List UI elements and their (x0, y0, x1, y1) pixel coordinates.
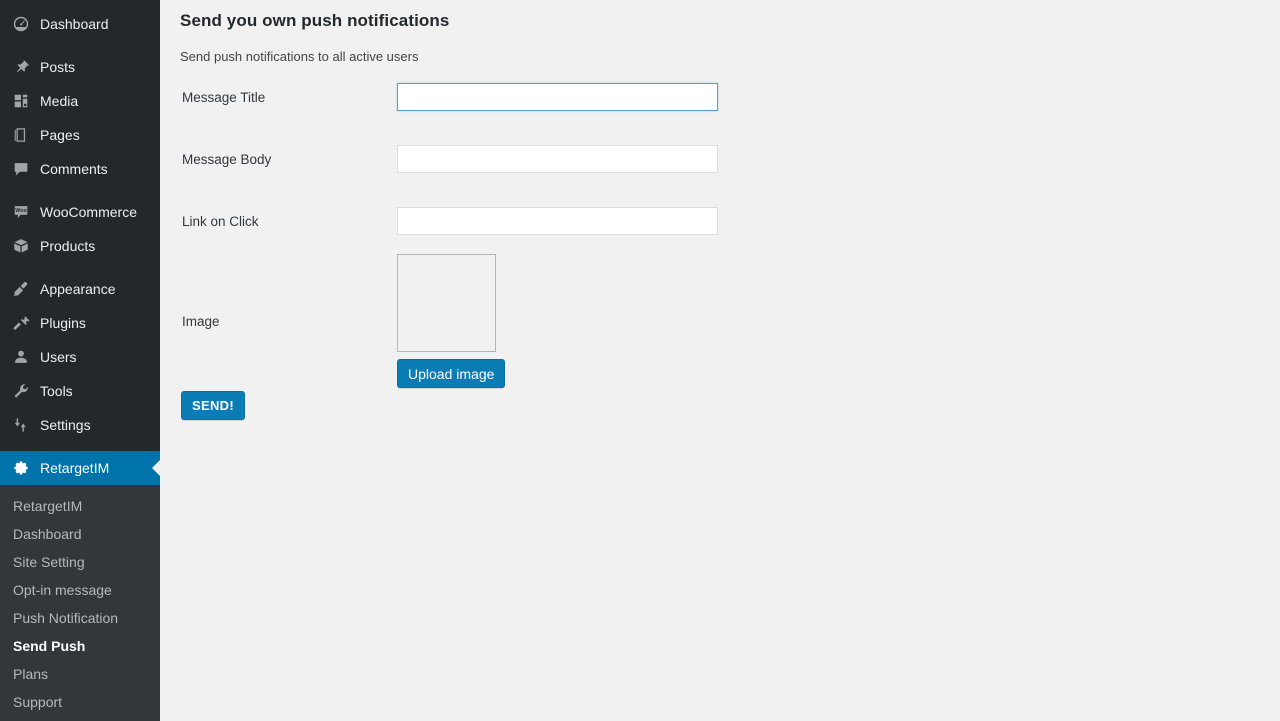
main-content: Send you own push notifications Send pus… (160, 0, 1280, 721)
sidebar-item-posts[interactable]: Posts (0, 50, 160, 84)
pin-icon (11, 57, 31, 77)
dashboard-icon (11, 14, 31, 34)
sidebar-item-label: Users (40, 349, 77, 365)
message-title-input[interactable] (397, 83, 718, 111)
admin-sidebar: Dashboard Posts Media Pages Comments Woo… (0, 0, 160, 721)
message-body-input[interactable] (397, 145, 718, 173)
sidebar-item-label: RetargetIM (40, 460, 110, 476)
sidebar-item-label: Dashboard (40, 16, 109, 32)
sidebar-item-pages[interactable]: Pages (0, 118, 160, 152)
sidebar-item-label: Posts (40, 59, 76, 75)
media-icon (11, 91, 31, 111)
sidebar-item-label: Appearance (40, 281, 116, 297)
woocommerce-icon: Woo (11, 202, 31, 222)
comments-icon (11, 159, 31, 179)
image-label: Image (182, 314, 220, 329)
sidebar-item-woocommerce[interactable]: Woo WooCommerce (0, 195, 160, 229)
sidebar-item-comments[interactable]: Comments (0, 152, 160, 186)
message-title-label: Message Title (182, 90, 266, 105)
page-subtitle: Send push notifications to all active us… (180, 49, 419, 64)
submenu-item-opt-in-message[interactable]: Opt-in message (0, 576, 160, 604)
settings-sliders-icon (11, 415, 31, 435)
sidebar-item-label: Comments (40, 161, 108, 177)
sidebar-separator (0, 442, 160, 451)
sidebar-item-products[interactable]: Products (0, 229, 160, 263)
pages-icon (11, 125, 31, 145)
sidebar-item-settings[interactable]: Settings (0, 408, 160, 442)
tools-wrench-icon (11, 381, 31, 401)
sidebar-item-appearance[interactable]: Appearance (0, 272, 160, 306)
submenu-item-plans[interactable]: Plans (0, 660, 160, 688)
svg-text:Woo: Woo (15, 208, 27, 214)
wordpress-admin-screen: Dashboard Posts Media Pages Comments Woo… (0, 0, 1280, 721)
sidebar-item-label: Settings (40, 417, 91, 433)
sidebar-item-label: Products (40, 238, 96, 254)
sidebar-item-dashboard[interactable]: Dashboard (0, 7, 160, 41)
users-icon (11, 347, 31, 367)
sidebar-separator (0, 41, 160, 50)
sidebar-item-tools[interactable]: Tools (0, 374, 160, 408)
sidebar-item-label: Media (40, 93, 79, 109)
image-preview-box[interactable] (397, 254, 496, 352)
sidebar-item-plugins[interactable]: Plugins (0, 306, 160, 340)
sidebar-item-label: Plugins (40, 315, 86, 331)
retargetim-submenu: RetargetIM Dashboard Site Setting Opt-in… (0, 485, 160, 721)
page-title: Send you own push notifications (180, 11, 450, 30)
sidebar-item-label: WooCommerce (40, 204, 137, 220)
message-body-label: Message Body (182, 152, 272, 167)
appearance-brush-icon (11, 279, 31, 299)
plugins-plug-icon (11, 313, 31, 333)
sidebar-item-users[interactable]: Users (0, 340, 160, 374)
submenu-item-retargetim[interactable]: RetargetIM (0, 492, 160, 520)
products-box-icon (11, 236, 31, 256)
send-button[interactable]: SEND! (181, 391, 245, 420)
gear-icon (11, 458, 31, 478)
sidebar-item-label: Tools (40, 383, 73, 399)
link-on-click-label: Link on Click (182, 214, 259, 229)
sidebar-separator (0, 186, 160, 195)
upload-image-button[interactable]: Upload image (397, 359, 506, 388)
submenu-item-site-setting[interactable]: Site Setting (0, 548, 160, 576)
sidebar-item-retargetim[interactable]: RetargetIM (0, 451, 160, 485)
submenu-item-send-push[interactable]: Send Push (0, 632, 160, 660)
submenu-item-dashboard[interactable]: Dashboard (0, 520, 160, 548)
sidebar-item-media[interactable]: Media (0, 84, 160, 118)
sidebar-item-label: Pages (40, 127, 80, 143)
sidebar-separator (0, 263, 160, 272)
submenu-item-push-notification[interactable]: Push Notification (0, 604, 160, 632)
link-on-click-input[interactable] (397, 207, 718, 235)
submenu-item-support[interactable]: Support (0, 688, 160, 716)
